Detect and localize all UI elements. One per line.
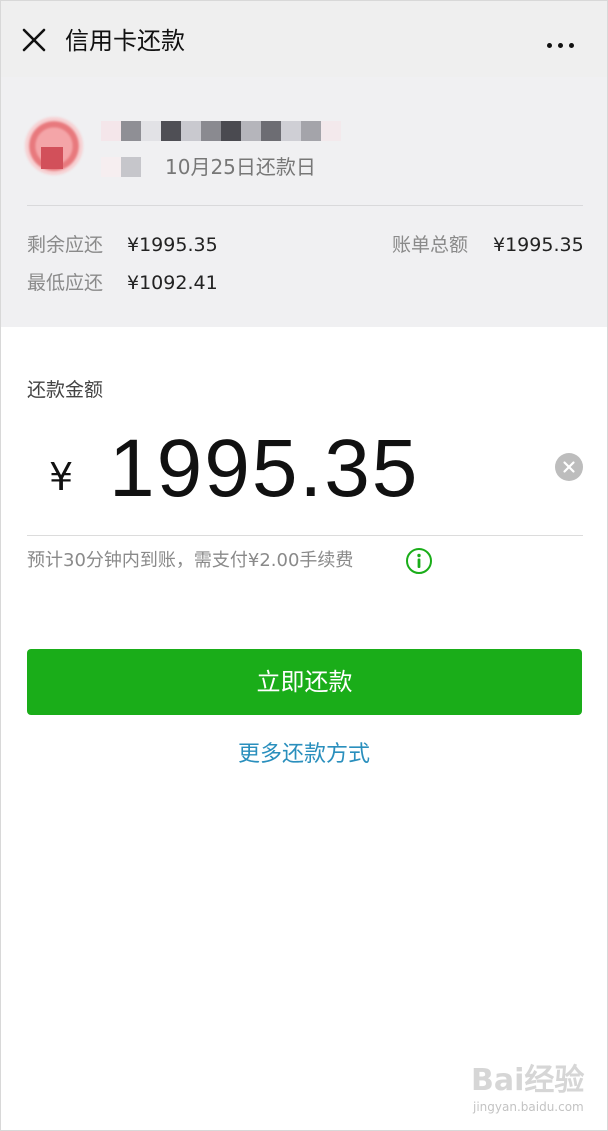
minimum-value: ¥1092.41	[127, 272, 218, 294]
redacted-card-number	[101, 157, 141, 177]
minimum-label: 最低应还	[27, 272, 104, 294]
info-icon	[406, 548, 432, 574]
amount-label: 还款金额	[27, 379, 104, 401]
amount-input[interactable]: 1995.35	[109, 421, 419, 517]
more-dots-icon	[547, 43, 552, 48]
baidu-watermark: Bai经验 jingyan.baidu.com	[471, 1061, 591, 1121]
fee-note: 预计30分钟内到账，需支付¥2.00手续费	[27, 550, 354, 571]
more-payment-methods-link[interactable]: 更多还款方式	[1, 739, 607, 771]
clear-amount-button[interactable]	[555, 453, 583, 481]
total-label: 账单总额	[392, 234, 469, 256]
app-screen: 信用卡还款 10月25日还款日 剩余应还 ¥1995.35 账单总额 ¥1995…	[0, 0, 608, 1131]
watermark-brand: Bai经验	[471, 1063, 585, 1098]
pay-now-button[interactable]: 立即还款	[27, 649, 582, 715]
divider	[27, 205, 583, 206]
clear-icon	[563, 461, 575, 473]
page-title: 信用卡还款	[65, 27, 185, 55]
card-info-panel: 10月25日还款日 剩余应还 ¥1995.35 账单总额 ¥1995.35 最低…	[1, 77, 607, 327]
due-date-text: 10月25日还款日	[165, 155, 316, 179]
total-value: ¥1995.35	[493, 234, 584, 256]
amount-divider	[27, 535, 583, 536]
bank-logo-mosaic	[41, 147, 63, 169]
watermark-url: jingyan.baidu.com	[473, 1100, 584, 1114]
currency-symbol: ¥	[49, 455, 74, 499]
more-options-button[interactable]	[547, 33, 581, 48]
close-button[interactable]	[19, 25, 49, 55]
top-bar: 信用卡还款	[1, 1, 607, 77]
close-icon	[22, 28, 46, 52]
fee-info-button[interactable]	[405, 547, 433, 575]
remaining-label: 剩余应还	[27, 234, 104, 256]
redacted-card-name	[101, 121, 341, 141]
remaining-value: ¥1995.35	[127, 234, 218, 256]
